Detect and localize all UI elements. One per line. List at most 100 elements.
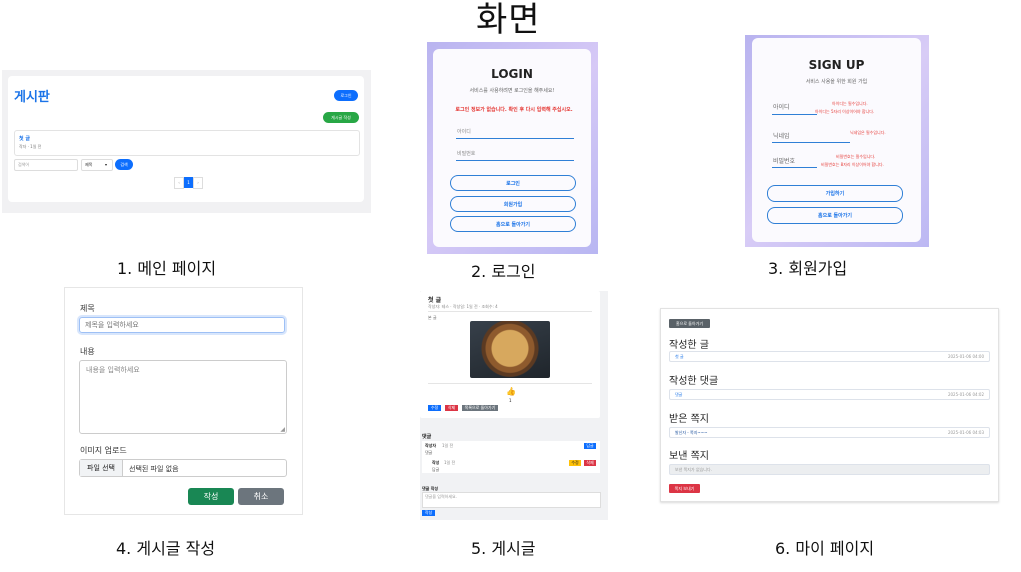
post-body: 본 글 bbox=[428, 315, 437, 320]
title-input[interactable]: 제목을 입력하세요 bbox=[79, 317, 285, 333]
signup-card: SIGN UP 서비스 사용을 위한 회원 가입 아이디 아이디는 필수입니다.… bbox=[752, 38, 921, 242]
post-date: 2025-01-06 04:00 bbox=[947, 354, 984, 359]
search-button[interactable]: 검색 bbox=[115, 159, 133, 170]
my-post-item[interactable]: 첫 글 2025-01-06 04:00 bbox=[669, 351, 990, 362]
my-comments-heading: 작성한 댓글 bbox=[669, 376, 719, 387]
file-select-button[interactable]: 파일 선택 bbox=[80, 460, 123, 476]
caption-write-post: 4. 게시글 작성 bbox=[116, 539, 216, 558]
page-title: 화면 bbox=[476, 0, 541, 40]
reply-edit-button[interactable]: 수정 bbox=[569, 460, 581, 466]
comment-text: 댓글 bbox=[425, 450, 433, 455]
write-post-screenshot: 제목 제목을 입력하세요 내용 내용을 입력하세요 ◢ 이미지 업로드 파일 선… bbox=[64, 287, 303, 515]
caption-post: 5. 게시글 bbox=[471, 539, 536, 558]
login-submit-button[interactable]: 로그인 bbox=[450, 175, 576, 191]
post-meta: 작성자: 테스 · 작성일: 1일 전 · 조회수: 4 bbox=[428, 304, 498, 309]
main-page-screenshot: 게시판 로그인 게시글 작성 첫 글 작자 · 1일 전 검색어 제목 ▾ 검색… bbox=[2, 70, 371, 213]
password-error-required: 비밀번호는 필수입니다. bbox=[836, 154, 876, 159]
reply-delete-button[interactable]: 삭제 bbox=[584, 460, 596, 466]
received-message-item[interactable]: 발신자 - 쪽지~~~ 2025-01-06 04:03 bbox=[669, 427, 990, 438]
my-posts-heading: 작성한 글 bbox=[669, 340, 709, 351]
edit-button[interactable]: 수정 bbox=[428, 405, 441, 411]
sent-messages-heading: 보낸 쪽지 bbox=[669, 451, 709, 462]
post-meta: 작자 · 1일 전 bbox=[19, 144, 42, 149]
comment-time: 1일 전 bbox=[442, 443, 454, 448]
password-error-length: 비밀번호는 8자리 이상이어야 합니다. bbox=[821, 162, 884, 167]
post-title[interactable]: 첫 글 bbox=[19, 135, 30, 142]
resize-handle-icon[interactable]: ◢ bbox=[280, 426, 285, 433]
post-image bbox=[470, 321, 550, 378]
password-input-underline bbox=[456, 160, 574, 161]
cancel-button[interactable]: 취소 bbox=[238, 488, 284, 505]
content-label: 내용 bbox=[80, 347, 95, 356]
password-label[interactable]: 비밀번호 bbox=[773, 156, 795, 165]
my-comment-item[interactable]: 댓글 2025-01-06 04:02 bbox=[669, 389, 990, 400]
caption-signup: 3. 회원가입 bbox=[768, 259, 848, 278]
signup-screenshot: SIGN UP 서비스 사용을 위한 회원 가입 아이디 아이디는 필수입니다.… bbox=[745, 35, 929, 247]
signup-heading: SIGN UP bbox=[808, 58, 865, 72]
page-next[interactable]: › bbox=[193, 177, 203, 189]
search-field-select[interactable]: 제목 ▾ bbox=[81, 159, 113, 171]
nickname-label[interactable]: 닉네임 bbox=[773, 131, 790, 140]
file-status: 선택된 파일 없음 bbox=[129, 465, 179, 473]
home-button[interactable]: 홈으로 돌아가기 bbox=[450, 216, 576, 232]
reply-author: 작성 bbox=[432, 460, 440, 465]
received-date: 2025-01-06 04:03 bbox=[947, 430, 984, 435]
id-label[interactable]: 아이디 bbox=[773, 102, 790, 111]
comment-author: 작성자 bbox=[425, 443, 437, 448]
post-list-item[interactable]: 첫 글 작자 · 1일 전 bbox=[14, 130, 360, 156]
page-1[interactable]: 1 bbox=[184, 177, 193, 188]
received-messages-heading: 받은 쪽지 bbox=[669, 414, 709, 425]
send-message-button[interactable]: 쪽지 보내기 bbox=[669, 484, 700, 493]
login-error: 로그인 정보가 없습니다. 확인 후 다시 입력해 주십시오. bbox=[455, 107, 573, 113]
id-error-length: 아이디는 5자리 이상이어야 합니다. bbox=[815, 109, 875, 114]
comment-submit-button[interactable]: 작성 bbox=[422, 510, 435, 516]
image-upload-label: 이미지 업로드 bbox=[80, 446, 127, 455]
id-input-underline bbox=[456, 138, 574, 139]
comment-item: 작성자 1일 전 댓글 답글 작성 1일 전 답글 수정 삭제 bbox=[422, 441, 600, 473]
id-error-required: 아이디는 필수입니다. bbox=[832, 101, 868, 106]
back-home-button[interactable]: 홈으로 돌아가기 bbox=[669, 319, 710, 328]
post-card: 첫 글 작성자: 테스 · 작성일: 1일 전 · 조회수: 4 본 글 👍 1… bbox=[420, 291, 600, 418]
id-input[interactable]: 아이디 bbox=[457, 128, 471, 135]
post-detail-screenshot: 첫 글 작성자: 테스 · 작성일: 1일 전 · 조회수: 4 본 글 👍 1… bbox=[420, 291, 608, 520]
signup-button[interactable]: 회원가입 bbox=[450, 196, 576, 212]
login-heading: LOGIN bbox=[491, 67, 533, 81]
delete-button[interactable]: 삭제 bbox=[445, 405, 458, 411]
mypage-screenshot: 홈으로 돌아가기 작성한 글 첫 글 2025-01-06 04:00 작성한 … bbox=[660, 308, 999, 502]
board-card: 게시판 로그인 게시글 작성 첫 글 작자 · 1일 전 검색어 제목 ▾ 검색… bbox=[8, 76, 364, 202]
like-count: 1 bbox=[509, 398, 512, 403]
signup-subtitle: 서비스 사용을 위한 회원 가입 bbox=[805, 79, 868, 85]
nickname-error: 닉네임은 필수입니다. bbox=[850, 130, 886, 135]
home-button[interactable]: 홈으로 돌아가기 bbox=[767, 207, 903, 224]
write-post-button[interactable]: 게시글 작성 bbox=[323, 112, 359, 123]
login-screenshot: LOGIN 서비스를 사용하려면 로그인을 해주세요! 로그인 정보가 없습니다… bbox=[427, 42, 598, 254]
page-prev[interactable]: ‹ bbox=[174, 177, 184, 189]
password-input[interactable]: 비밀번호 bbox=[457, 150, 475, 157]
reply-button[interactable]: 답글 bbox=[584, 443, 596, 449]
pagination: ‹ 1 › bbox=[174, 177, 203, 189]
password-underline bbox=[772, 167, 817, 168]
back-to-list-button[interactable]: 목록으로 돌아가기 bbox=[462, 405, 498, 411]
sent-messages-empty: 보낸 쪽지가 없습니다. bbox=[669, 464, 990, 475]
search-input[interactable]: 검색어 bbox=[14, 159, 78, 171]
comments-label: 댓글 bbox=[422, 434, 432, 440]
login-card: LOGIN 서비스를 사용하려면 로그인을 해주세요! 로그인 정보가 없습니다… bbox=[433, 49, 591, 247]
reply-text: 답글 bbox=[432, 467, 440, 472]
comment-input[interactable]: 댓글을 입력하세요. bbox=[422, 492, 601, 508]
caption-login: 2. 로그인 bbox=[471, 262, 536, 281]
board-title: 게시판 bbox=[14, 90, 50, 105]
reply-time: 1일 전 bbox=[444, 460, 456, 465]
comment-date: 2025-01-06 04:02 bbox=[947, 392, 984, 397]
id-underline bbox=[772, 114, 817, 115]
thumbs-up-icon[interactable]: 👍 bbox=[506, 387, 516, 396]
chevron-down-icon: ▾ bbox=[105, 162, 108, 167]
join-button[interactable]: 가입하기 bbox=[767, 185, 903, 202]
login-button[interactable]: 로그인 bbox=[334, 90, 358, 101]
nickname-underline bbox=[772, 142, 850, 143]
submit-button[interactable]: 작성 bbox=[188, 488, 234, 505]
login-subtitle: 서비스를 사용하려면 로그인을 해주세요! bbox=[469, 88, 555, 94]
file-input[interactable]: 파일 선택 선택된 파일 없음 bbox=[79, 459, 287, 477]
caption-mypage: 6. 마이 페이지 bbox=[775, 539, 875, 558]
content-textarea[interactable]: 내용을 입력하세요 ◢ bbox=[79, 360, 287, 434]
title-label: 제목 bbox=[80, 304, 95, 313]
